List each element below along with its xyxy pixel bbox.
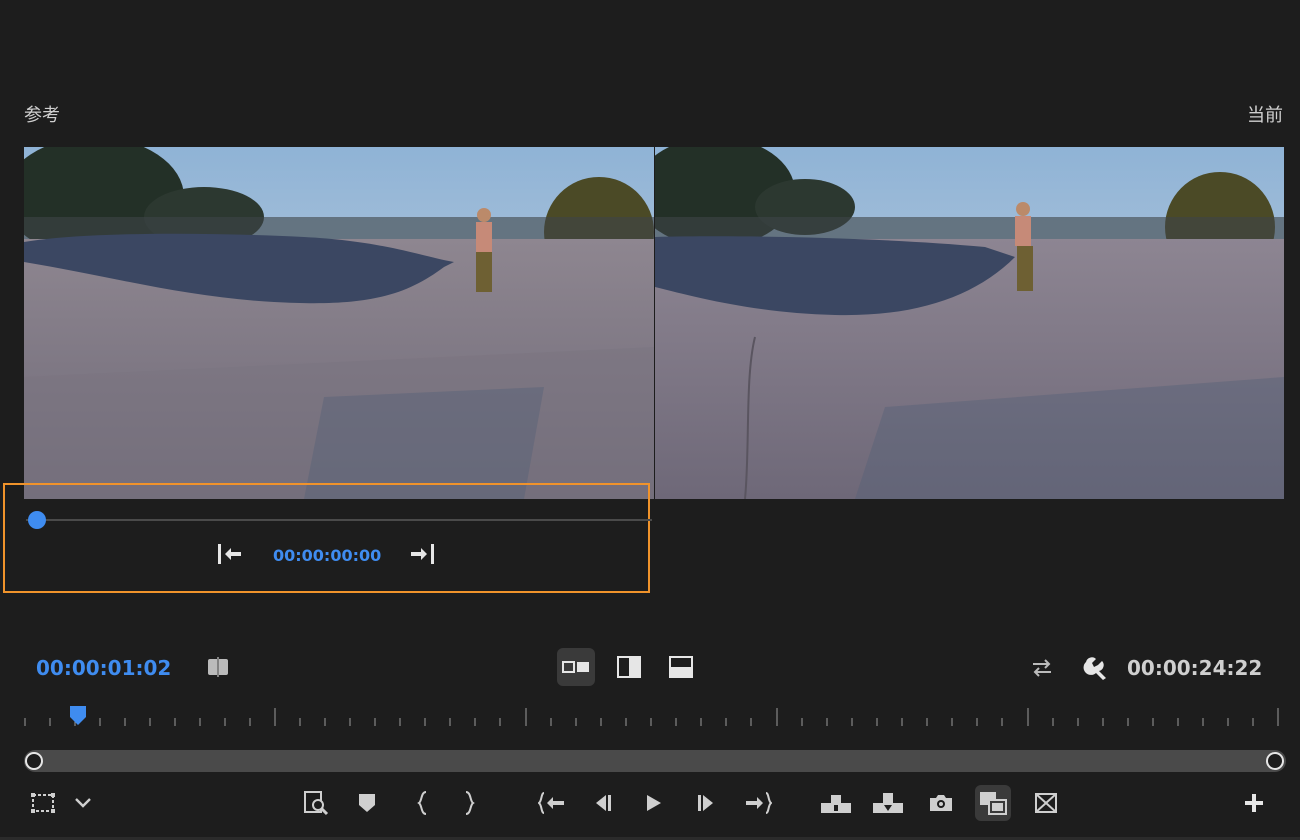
- reference-controls-highlight: [3, 483, 650, 593]
- chevron-down-icon[interactable]: [65, 785, 101, 821]
- split-view-icon[interactable]: [206, 656, 230, 682]
- reference-scrub-track[interactable]: [26, 519, 652, 521]
- vertical-split-mode-button[interactable]: [610, 648, 648, 686]
- multicam-icon[interactable]: [1028, 785, 1064, 821]
- current-timecode[interactable]: 00:00:01:02: [36, 656, 171, 680]
- reference-go-to-end-icon[interactable]: [409, 543, 435, 569]
- zoom-to-sequence-icon[interactable]: [298, 785, 334, 821]
- step-back-icon[interactable]: [585, 785, 621, 821]
- step-forward-icon[interactable]: [688, 785, 724, 821]
- add-button-icon[interactable]: [1236, 785, 1272, 821]
- go-to-out-icon[interactable]: [740, 785, 776, 821]
- side-by-side-mode-button[interactable]: [557, 648, 595, 686]
- marker-icon[interactable]: [349, 785, 385, 821]
- time-ruler[interactable]: [24, 706, 1280, 726]
- current-video-frame: [655, 147, 1284, 499]
- comparison-view-icon[interactable]: [975, 785, 1011, 821]
- horizontal-split-mode-button[interactable]: [662, 648, 700, 686]
- export-frame-icon[interactable]: [923, 785, 959, 821]
- mark-out-icon[interactable]: [451, 785, 487, 821]
- transform-icon[interactable]: [25, 785, 61, 821]
- playhead[interactable]: [69, 706, 87, 726]
- go-to-in-icon[interactable]: [534, 785, 570, 821]
- reference-go-to-start-icon[interactable]: [217, 543, 243, 569]
- play-icon[interactable]: [636, 785, 672, 821]
- reference-scrub-thumb[interactable]: [28, 511, 46, 529]
- current-label: 当前: [1247, 105, 1283, 126]
- mark-in-icon[interactable]: [405, 785, 441, 821]
- overwrite-icon[interactable]: [870, 785, 906, 821]
- zoom-scroll-bar[interactable]: [24, 750, 1286, 772]
- reference-label: 参考: [24, 105, 60, 126]
- reference-video-frame: [24, 147, 654, 499]
- insert-icon[interactable]: [818, 785, 854, 821]
- wrench-icon[interactable]: [1082, 655, 1108, 685]
- swap-sides-icon[interactable]: [1030, 657, 1054, 683]
- reference-timecode[interactable]: 00:00:00:00: [273, 546, 381, 565]
- zoom-handle-left[interactable]: [25, 752, 43, 770]
- zoom-handle-right[interactable]: [1266, 752, 1284, 770]
- duration-timecode: 00:00:24:22: [1127, 656, 1263, 680]
